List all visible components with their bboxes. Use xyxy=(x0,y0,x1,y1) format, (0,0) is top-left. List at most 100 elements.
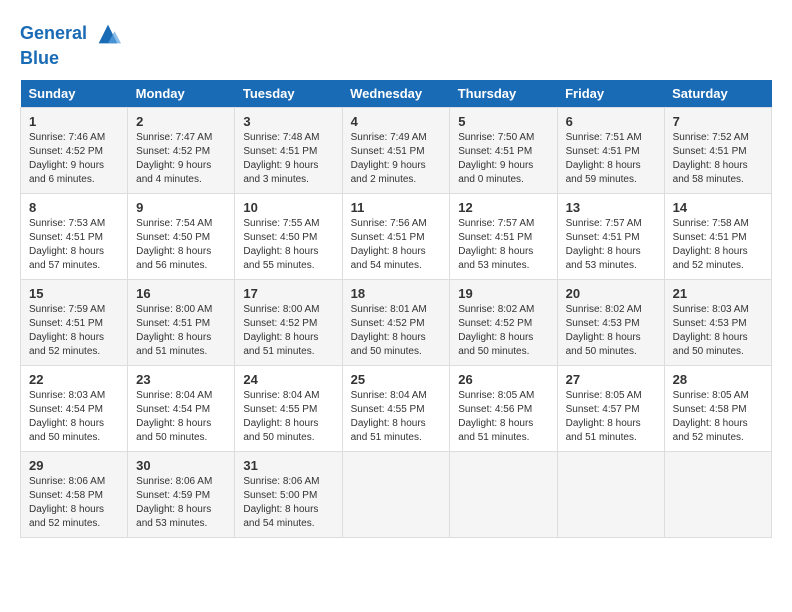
day-info: Sunrise: 8:06 AM Sunset: 4:59 PM Dayligh… xyxy=(136,475,226,531)
calendar-cell: 13Sunrise: 7:57 AM Sunset: 4:51 PM Dayli… xyxy=(557,193,664,279)
day-number: 16 xyxy=(136,286,226,301)
day-number: 4 xyxy=(351,114,442,129)
calendar-cell xyxy=(450,451,557,537)
week-row-1: 1Sunrise: 7:46 AM Sunset: 4:52 PM Daylig… xyxy=(21,107,772,193)
calendar-cell: 2 Sunrise: 7:47 AM Sunset: 4:52 PM Daylig… xyxy=(128,107,235,193)
day-number: 14 xyxy=(673,200,763,215)
day-info: Sunrise: 7:56 AM Sunset: 4:51 PM Dayligh… xyxy=(351,217,442,273)
calendar-cell: 8 Sunrise: 7:53 AM Sunset: 4:51 PM Daylig… xyxy=(21,193,128,279)
calendar-cell: 9 Sunrise: 7:54 AM Sunset: 4:50 PM Daylig… xyxy=(128,193,235,279)
day-number: 8 xyxy=(29,200,119,215)
page-header: General Blue xyxy=(20,20,772,70)
day-header-thursday: Thursday xyxy=(450,80,557,108)
day-info: Sunrise: 8:05 AM Sunset: 4:56 PM Dayligh… xyxy=(458,389,548,445)
logo-line2: Blue xyxy=(20,48,122,70)
calendar-cell: 27 Sunrise: 8:05 AM Sunset: 4:57 PM Dayli… xyxy=(557,365,664,451)
day-header-saturday: Saturday xyxy=(664,80,771,108)
day-header-tuesday: Tuesday xyxy=(235,80,342,108)
calendar-cell: 29Sunrise: 8:06 AM Sunset: 4:58 PM Dayli… xyxy=(21,451,128,537)
calendar-cell: 10Sunrise: 7:55 AM Sunset: 4:50 PM Dayli… xyxy=(235,193,342,279)
day-number: 15 xyxy=(29,286,119,301)
day-info: Sunrise: 8:04 AM Sunset: 4:54 PM Dayligh… xyxy=(136,389,226,445)
day-number: 24 xyxy=(243,372,333,387)
calendar-header: SundayMondayTuesdayWednesdayThursdayFrid… xyxy=(21,80,772,108)
calendar-cell: 3Sunrise: 7:48 AM Sunset: 4:51 PM Daylig… xyxy=(235,107,342,193)
calendar-cell: 31 Sunrise: 8:06 AM Sunset: 5:00 PM Dayli… xyxy=(235,451,342,537)
week-row-4: 22 Sunrise: 8:03 AM Sunset: 4:54 PM Dayli… xyxy=(21,365,772,451)
day-number: 27 xyxy=(566,372,656,387)
day-info: Sunrise: 8:04 AM Sunset: 4:55 PM Dayligh… xyxy=(351,389,442,445)
day-info: Sunrise: 8:06 AM Sunset: 5:00 PM Dayligh… xyxy=(243,475,333,531)
calendar-cell xyxy=(664,451,771,537)
day-info: Sunrise: 7:50 AM Sunset: 4:51 PM Dayligh… xyxy=(458,131,548,187)
calendar-cell: 1Sunrise: 7:46 AM Sunset: 4:52 PM Daylig… xyxy=(21,107,128,193)
calendar-cell: 16Sunrise: 8:00 AM Sunset: 4:51 PM Dayli… xyxy=(128,279,235,365)
calendar-body: 1Sunrise: 7:46 AM Sunset: 4:52 PM Daylig… xyxy=(21,107,772,537)
calendar-cell: 19Sunrise: 8:02 AM Sunset: 4:52 PM Dayli… xyxy=(450,279,557,365)
logo-text: General xyxy=(20,20,122,48)
day-number: 17 xyxy=(243,286,333,301)
day-info: Sunrise: 8:05 AM Sunset: 4:58 PM Dayligh… xyxy=(673,389,763,445)
week-row-5: 29Sunrise: 8:06 AM Sunset: 4:58 PM Dayli… xyxy=(21,451,772,537)
calendar-cell: 15 Sunrise: 7:59 AM Sunset: 4:51 PM Dayli… xyxy=(21,279,128,365)
calendar-cell: 12 Sunrise: 7:57 AM Sunset: 4:51 PM Dayli… xyxy=(450,193,557,279)
calendar-cell: 23 Sunrise: 8:04 AM Sunset: 4:54 PM Dayli… xyxy=(128,365,235,451)
day-info: Sunrise: 8:04 AM Sunset: 4:55 PM Dayligh… xyxy=(243,389,333,445)
day-info: Sunrise: 7:48 AM Sunset: 4:51 PM Dayligh… xyxy=(243,131,333,187)
day-number: 5 xyxy=(458,114,548,129)
day-number: 2 xyxy=(136,114,226,129)
calendar-cell: 17 Sunrise: 8:00 AM Sunset: 4:52 PM Dayli… xyxy=(235,279,342,365)
day-number: 11 xyxy=(351,200,442,215)
day-info: Sunrise: 7:58 AM Sunset: 4:51 PM Dayligh… xyxy=(673,217,763,273)
day-info: Sunrise: 8:01 AM Sunset: 4:52 PM Dayligh… xyxy=(351,303,442,359)
day-number: 31 xyxy=(243,458,333,473)
calendar-cell: 4Sunrise: 7:49 AM Sunset: 4:51 PM Daylig… xyxy=(342,107,450,193)
week-row-2: 8 Sunrise: 7:53 AM Sunset: 4:51 PM Daylig… xyxy=(21,193,772,279)
day-info: Sunrise: 7:54 AM Sunset: 4:50 PM Dayligh… xyxy=(136,217,226,273)
calendar-cell: 28Sunrise: 8:05 AM Sunset: 4:58 PM Dayli… xyxy=(664,365,771,451)
day-header-sunday: Sunday xyxy=(21,80,128,108)
day-number: 21 xyxy=(673,286,763,301)
day-info: Sunrise: 8:05 AM Sunset: 4:57 PM Dayligh… xyxy=(566,389,656,445)
day-number: 23 xyxy=(136,372,226,387)
day-number: 25 xyxy=(351,372,442,387)
day-header-friday: Friday xyxy=(557,80,664,108)
calendar-cell xyxy=(557,451,664,537)
day-info: Sunrise: 7:51 AM Sunset: 4:51 PM Dayligh… xyxy=(566,131,656,187)
calendar-table: SundayMondayTuesdayWednesdayThursdayFrid… xyxy=(20,80,772,538)
calendar-cell: 24 Sunrise: 8:04 AM Sunset: 4:55 PM Dayli… xyxy=(235,365,342,451)
day-info: Sunrise: 7:55 AM Sunset: 4:50 PM Dayligh… xyxy=(243,217,333,273)
day-info: Sunrise: 7:53 AM Sunset: 4:51 PM Dayligh… xyxy=(29,217,119,273)
day-info: Sunrise: 7:47 AM Sunset: 4:52 PM Dayligh… xyxy=(136,131,226,187)
day-info: Sunrise: 8:02 AM Sunset: 4:53 PM Dayligh… xyxy=(566,303,656,359)
day-info: Sunrise: 7:59 AM Sunset: 4:51 PM Dayligh… xyxy=(29,303,119,359)
day-header-monday: Monday xyxy=(128,80,235,108)
calendar-cell: 18 Sunrise: 8:01 AM Sunset: 4:52 PM Dayli… xyxy=(342,279,450,365)
calendar-cell: 20 Sunrise: 8:02 AM Sunset: 4:53 PM Dayli… xyxy=(557,279,664,365)
calendar-cell: 5 Sunrise: 7:50 AM Sunset: 4:51 PM Daylig… xyxy=(450,107,557,193)
day-number: 6 xyxy=(566,114,656,129)
calendar-cell: 30Sunrise: 8:06 AM Sunset: 4:59 PM Dayli… xyxy=(128,451,235,537)
calendar-cell: 11 Sunrise: 7:56 AM Sunset: 4:51 PM Dayli… xyxy=(342,193,450,279)
calendar-cell: 26 Sunrise: 8:05 AM Sunset: 4:56 PM Dayli… xyxy=(450,365,557,451)
day-header-wednesday: Wednesday xyxy=(342,80,450,108)
calendar-cell: 6 Sunrise: 7:51 AM Sunset: 4:51 PM Daylig… xyxy=(557,107,664,193)
day-number: 12 xyxy=(458,200,548,215)
day-number: 20 xyxy=(566,286,656,301)
day-info: Sunrise: 8:00 AM Sunset: 4:52 PM Dayligh… xyxy=(243,303,333,359)
logo: General Blue xyxy=(20,20,122,70)
day-info: Sunrise: 8:03 AM Sunset: 4:54 PM Dayligh… xyxy=(29,389,119,445)
calendar-cell: 22 Sunrise: 8:03 AM Sunset: 4:54 PM Dayli… xyxy=(21,365,128,451)
day-info: Sunrise: 8:02 AM Sunset: 4:52 PM Dayligh… xyxy=(458,303,548,359)
calendar-cell: 14 Sunrise: 7:58 AM Sunset: 4:51 PM Dayli… xyxy=(664,193,771,279)
day-number: 9 xyxy=(136,200,226,215)
day-number: 18 xyxy=(351,286,442,301)
day-number: 22 xyxy=(29,372,119,387)
calendar-cell: 21Sunrise: 8:03 AM Sunset: 4:53 PM Dayli… xyxy=(664,279,771,365)
day-info: Sunrise: 7:57 AM Sunset: 4:51 PM Dayligh… xyxy=(566,217,656,273)
day-number: 26 xyxy=(458,372,548,387)
header-row: SundayMondayTuesdayWednesdayThursdayFrid… xyxy=(21,80,772,108)
calendar-cell: 25 Sunrise: 8:04 AM Sunset: 4:55 PM Dayli… xyxy=(342,365,450,451)
day-number: 1 xyxy=(29,114,119,129)
day-info: Sunrise: 7:57 AM Sunset: 4:51 PM Dayligh… xyxy=(458,217,548,273)
